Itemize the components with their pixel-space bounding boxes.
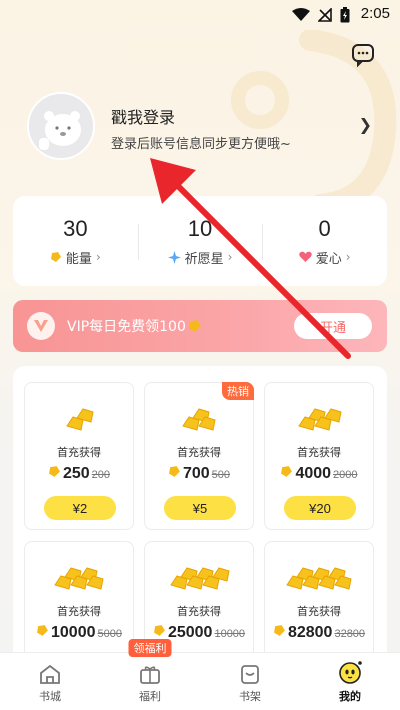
vip-badge-icon: [27, 312, 55, 340]
vip-open-button[interactable]: 开通: [294, 313, 372, 339]
nav-label: 书城: [39, 690, 61, 703]
battery-icon: [340, 7, 350, 23]
nav-label: 书架: [239, 690, 261, 703]
first-recharge-label: 首充获得: [297, 605, 341, 618]
hot-sale-badge: 热销: [222, 382, 254, 400]
first-recharge-label: 首充获得: [57, 446, 101, 459]
wifi-icon: [292, 8, 310, 21]
stats-card: 30 能量 › 10 祈愿星 › 0 爱心 ›: [13, 196, 387, 286]
gold-pile-icon: [265, 399, 373, 437]
energy-coin-icon: [50, 252, 61, 262]
package-amount: 250: [62, 465, 90, 482]
package-price-button[interactable]: ¥2: [44, 496, 116, 520]
nav-item-bookshelf[interactable]: 书架: [200, 653, 300, 710]
clock: 2:05: [360, 5, 390, 22]
stat-value: 0: [318, 215, 331, 241]
heart-icon: [299, 251, 312, 262]
energy-coin-icon: [49, 466, 60, 477]
package-amount: 25000: [167, 624, 213, 641]
stat-energy[interactable]: 30 能量 ›: [13, 196, 138, 286]
first-recharge-label: 首充获得: [177, 446, 221, 459]
package-amount: 10000: [51, 624, 96, 641]
gift-icon: [140, 666, 160, 684]
package-price-button[interactable]: ¥20: [284, 496, 356, 520]
package-amount: 82800: [287, 624, 333, 641]
energy-coin-icon: [37, 625, 48, 636]
recharge-package-card[interactable]: 首充获得 4000 2000 ¥20: [264, 382, 374, 530]
stat-value: 30: [63, 215, 88, 241]
package-original-amount: 200: [91, 469, 111, 481]
first-recharge-label: 首充获得: [57, 605, 101, 618]
nav-item-mine[interactable]: 我的: [300, 653, 400, 710]
amount-row: 82800 32800: [265, 624, 373, 642]
login-subtitle: 登录后账号信息同步更方便哦~: [111, 137, 291, 152]
stat-label: 祈愿星: [184, 251, 224, 267]
stat-wish-star[interactable]: 10 祈愿星 ›: [137, 196, 263, 286]
stat-label: 能量: [65, 251, 92, 267]
gold-pile-icon: [145, 399, 253, 437]
gold-pile-icon: [25, 558, 133, 596]
stat-label: 爱心: [315, 251, 342, 267]
package-original-amount: 500: [211, 469, 231, 481]
chevron-right-icon: ›: [227, 250, 233, 264]
package-original-amount: 10000: [214, 628, 246, 640]
recharge-package-card[interactable]: 首充获得 250 200 ¥2: [24, 382, 134, 530]
energy-coin-icon: [154, 625, 165, 636]
package-amount: 4000: [295, 465, 332, 482]
amount-row: 10000 5000: [25, 624, 133, 642]
package-original-amount: 32800: [334, 628, 366, 640]
status-bar: 2:05: [0, 0, 400, 30]
energy-coin-icon: [281, 466, 293, 477]
welfare-badge: 领福利: [128, 639, 172, 657]
default-avatar-icon: [29, 94, 93, 158]
first-recharge-label: 首充获得: [297, 446, 341, 459]
login-title[interactable]: 戳我登录: [111, 104, 175, 128]
amount-row: 700 500: [145, 465, 253, 483]
stat-heart[interactable]: 0 爱心 ›: [262, 196, 387, 286]
recharge-grid: 首充获得 250 200 ¥2 热销首充获得 700 500 ¥5 首充获得 4000 2000 ¥2…: [13, 366, 387, 689]
wish-star-icon: [167, 250, 181, 264]
status-icons: [292, 7, 350, 23]
amount-row: 250 200: [25, 465, 133, 483]
gold-pile-icon: [25, 399, 133, 437]
vip-banner[interactable]: VIP每日免费领100 开通: [13, 300, 387, 352]
amount-row: 4000 2000: [265, 465, 373, 483]
bottom-nav: 书城 领福利 福利 书架 我的: [0, 639, 400, 710]
package-original-amount: 2000: [333, 469, 358, 481]
first-recharge-label: 首充获得: [177, 605, 221, 618]
nav-label: 我的: [339, 690, 361, 703]
recharge-package-card[interactable]: 热销首充获得 700 500 ¥5: [144, 382, 254, 530]
gold-pile-icon: [265, 558, 373, 596]
energy-coin-icon: [274, 625, 285, 636]
chevron-right-icon[interactable]: ❯: [359, 115, 372, 134]
nav-label: 福利: [139, 690, 161, 703]
nav-item-welfare[interactable]: 领福利 福利: [100, 639, 200, 710]
avatar[interactable]: [27, 92, 95, 160]
package-price-button[interactable]: ¥5: [164, 496, 236, 520]
home-icon: [40, 664, 60, 684]
stat-value: 10: [187, 215, 213, 241]
gold-pile-icon: [145, 558, 253, 596]
energy-coin-icon: [169, 466, 180, 477]
vip-text: VIP每日免费领100: [67, 319, 186, 335]
package-original-amount: 5000: [97, 628, 122, 640]
nav-item-bookstore[interactable]: 书城: [0, 653, 100, 710]
profile-mascot-icon: [339, 661, 362, 684]
message-icon[interactable]: [350, 42, 376, 68]
bookshelf-icon: [241, 665, 259, 684]
chevron-right-icon: ›: [95, 250, 101, 264]
package-amount: 700: [182, 465, 210, 482]
signal-off-icon: [318, 8, 332, 22]
energy-coin-icon: [189, 320, 201, 332]
chevron-right-icon: ›: [345, 250, 351, 264]
